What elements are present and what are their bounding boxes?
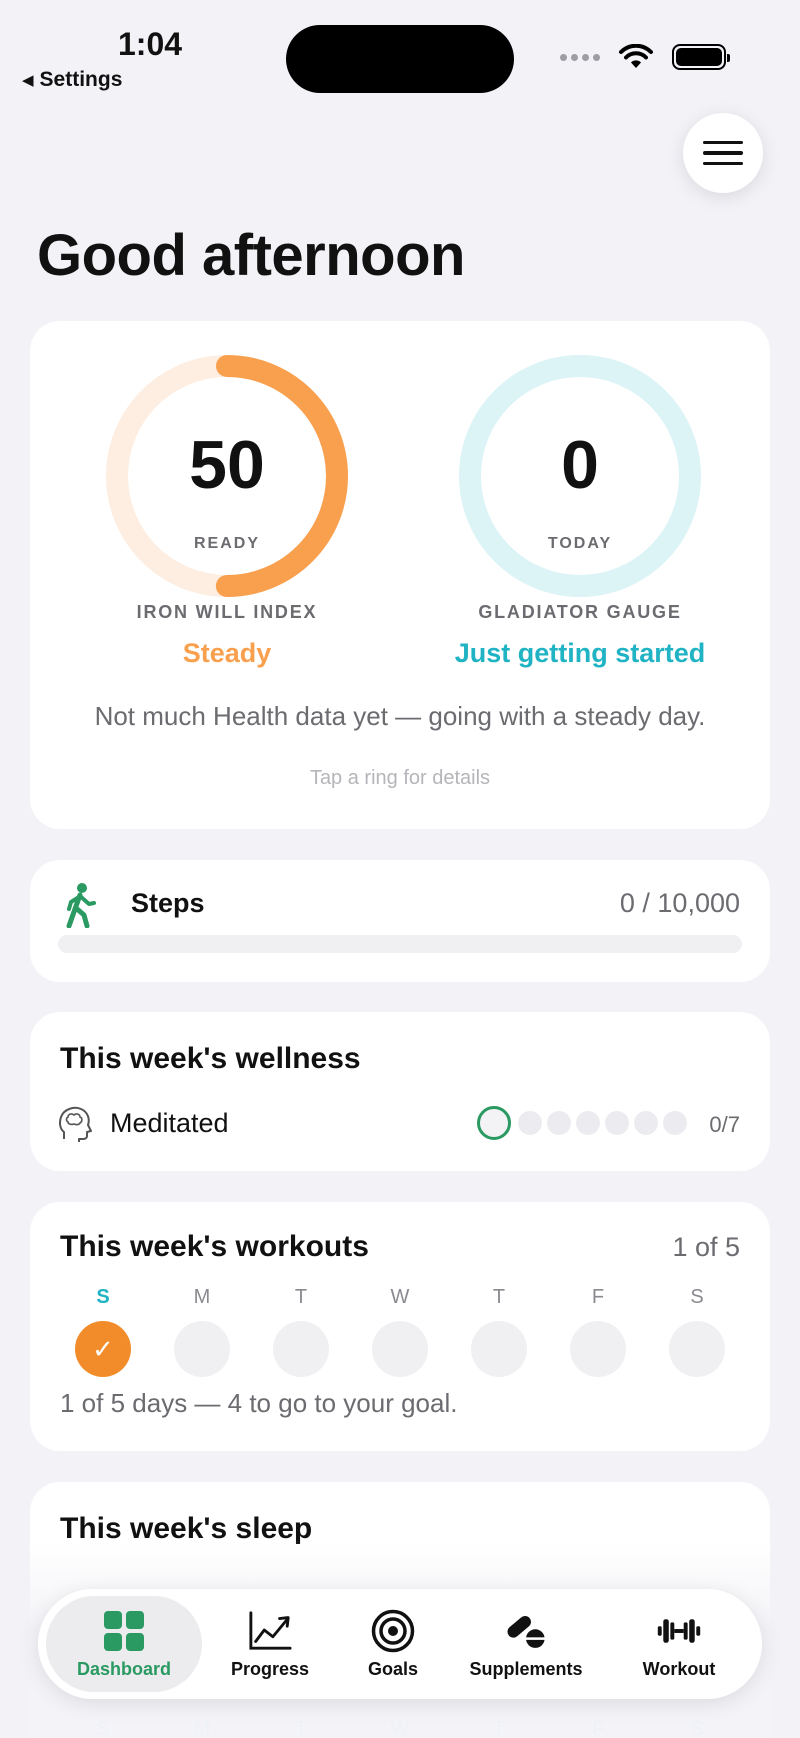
- tab-supplements[interactable]: Supplements: [451, 1596, 601, 1692]
- tab-progress[interactable]: Progress: [205, 1596, 335, 1692]
- target-icon: [371, 1609, 415, 1653]
- back-triangle-icon: ◀: [22, 72, 34, 89]
- day-letter: F: [591, 1286, 605, 1308]
- pills-icon: [504, 1609, 548, 1653]
- workout-day[interactable]: W: [372, 1286, 428, 1377]
- gladiator-status: Just getting started: [454, 638, 706, 668]
- workout-day[interactable]: S ✓: [75, 1286, 131, 1377]
- tab-label: Dashboard: [76, 1658, 172, 1679]
- workout-day[interactable]: F: [570, 1286, 626, 1377]
- tab-label: Workout: [642, 1658, 716, 1679]
- wifi-icon: [619, 44, 653, 68]
- wellness-title: This week's wellness: [60, 1042, 361, 1075]
- dynamic-island: [286, 25, 514, 93]
- battery-icon: [672, 44, 730, 70]
- day-circle: [273, 1321, 329, 1377]
- meditation-dot[interactable]: [518, 1111, 542, 1135]
- gladiator-sub: TODAY: [547, 535, 613, 552]
- day-letter: W: [390, 1286, 410, 1308]
- iron-will-ring[interactable]: 50 READY: [102, 351, 352, 601]
- iron-will-sub: READY: [193, 535, 260, 552]
- tab-label: Progress: [230, 1658, 310, 1679]
- meditated-label: Meditated: [110, 1108, 229, 1138]
- meditation-dot[interactable]: [547, 1111, 571, 1135]
- meditation-dot[interactable]: [605, 1111, 629, 1135]
- meditation-dot[interactable]: [634, 1111, 658, 1135]
- rings-card: 50 READY IRON WILL INDEX Steady 0 TODAY …: [30, 321, 770, 829]
- iron-will-title: IRON WILL INDEX: [136, 602, 318, 622]
- meditation-dot-today[interactable]: [477, 1106, 511, 1140]
- meditation-count: 0/7: [709, 1112, 740, 1137]
- status-indicators: [560, 44, 730, 70]
- day-circle: [471, 1321, 527, 1377]
- steps-card[interactable]: Steps 0 / 10,000: [30, 860, 770, 982]
- day-letter: T: [294, 1286, 308, 1308]
- day-circle-completed: ✓: [75, 1321, 131, 1377]
- tab-dashboard[interactable]: Dashboard: [46, 1596, 202, 1692]
- meditation-dot[interactable]: [576, 1111, 600, 1135]
- meditation-day-dots: [477, 1106, 687, 1140]
- workout-day[interactable]: T: [471, 1286, 527, 1377]
- page-title: Good afternoon: [37, 223, 465, 288]
- gladiator-ring[interactable]: 0 TODAY: [455, 351, 705, 601]
- steps-value: 0 / 10,000: [619, 888, 740, 918]
- day-circle: [669, 1321, 725, 1377]
- meditation-dot[interactable]: [663, 1111, 687, 1135]
- grid-icon: [102, 1609, 146, 1653]
- back-to-settings-link[interactable]: ◀ Settings: [22, 68, 122, 92]
- day-letter: S: [690, 1286, 704, 1308]
- tab-goals[interactable]: Goals: [338, 1596, 448, 1692]
- day-letter: M: [193, 1286, 211, 1308]
- workout-day[interactable]: M: [174, 1286, 230, 1377]
- tab-label: Supplements: [469, 1658, 583, 1679]
- brain-head-icon: [59, 1106, 92, 1142]
- steps-label: Steps: [131, 888, 205, 918]
- tab-workout[interactable]: Workout: [604, 1596, 754, 1692]
- day-circle: [570, 1321, 626, 1377]
- workouts-card: This week's workouts 1 of 5 S ✓ M T W T …: [30, 1202, 770, 1451]
- day-letter: T: [492, 1286, 506, 1308]
- tab-bar: Dashboard Progress Goals Supplements Wor…: [38, 1589, 762, 1699]
- menu-button[interactable]: [683, 113, 763, 193]
- wellness-card: This week's wellness Meditated 0/7: [30, 1012, 770, 1171]
- gladiator-title: GLADIATOR GAUGE: [478, 602, 682, 622]
- day-circle: [372, 1321, 428, 1377]
- day-letter: S: [96, 1286, 110, 1308]
- rings-note: Not much Health data yet — going with a …: [94, 701, 706, 731]
- workout-day[interactable]: T: [273, 1286, 329, 1377]
- iron-will-status: Steady: [182, 638, 272, 668]
- back-link-label: Settings: [39, 68, 123, 91]
- tab-label: Goals: [367, 1658, 419, 1679]
- workouts-note: 1 of 5 days — 4 to go to your goal.: [60, 1388, 458, 1418]
- workout-day[interactable]: S: [669, 1286, 725, 1377]
- walking-icon: [66, 883, 96, 928]
- chart-icon: [248, 1609, 292, 1653]
- rings-hint: Tap a ring for details: [309, 767, 491, 789]
- status-time: 1:04: [118, 26, 183, 62]
- workouts-title: This week's workouts: [60, 1230, 369, 1263]
- day-circle: [174, 1321, 230, 1377]
- workouts-count: 1 of 5: [672, 1232, 740, 1262]
- steps-progress-bar: [58, 935, 742, 953]
- workout-week-row: S ✓ M T W T F S: [75, 1286, 725, 1377]
- cellular-signal-icon: [560, 53, 600, 61]
- hamburger-icon: [703, 140, 743, 145]
- iron-will-value: 50: [189, 427, 265, 503]
- dumbbell-icon: [657, 1609, 701, 1653]
- gladiator-value: 0: [561, 427, 599, 503]
